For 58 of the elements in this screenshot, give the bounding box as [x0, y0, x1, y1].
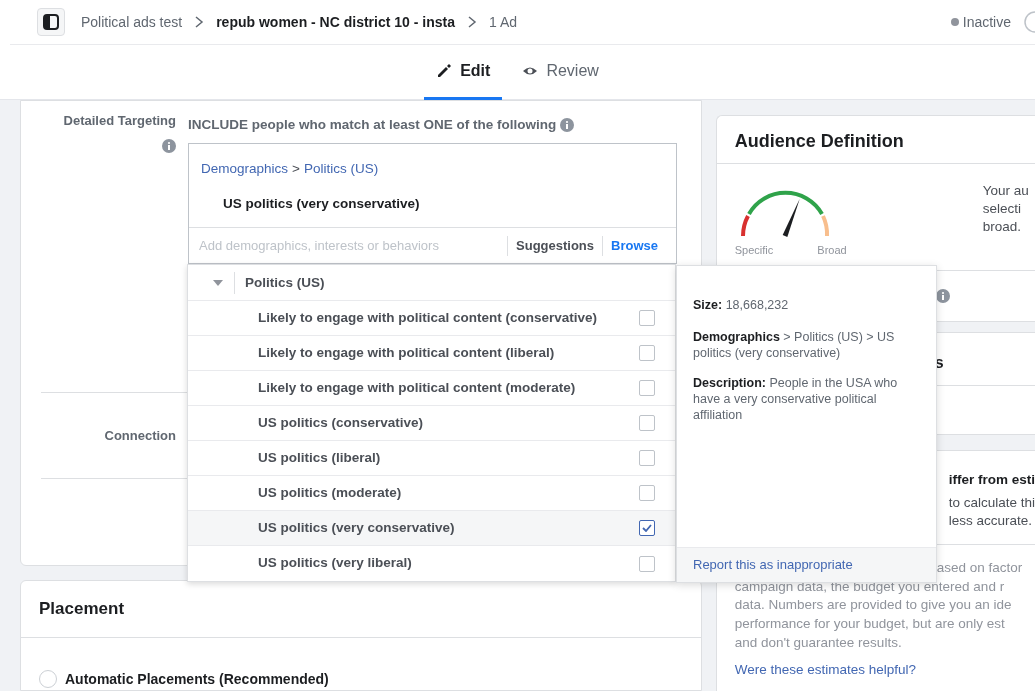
option-label[interactable]: US politics (conservative)	[258, 412, 424, 434]
checkbox[interactable]	[639, 485, 655, 501]
pencil-icon	[436, 63, 453, 79]
gauge-label: Specific	[734, 243, 774, 258]
checkbox[interactable]	[639, 520, 655, 536]
breadcrumb-link[interactable]: repub women - NC district 10 - insta	[216, 11, 455, 33]
card-title: Audience Definition	[716, 116, 1035, 164]
check-icon	[642, 524, 652, 532]
radio-button[interactable]	[39, 670, 57, 688]
notice-text: to calculate thi	[948, 494, 1035, 512]
option-label: Automatic Placements (Recommended)	[65, 669, 329, 689]
mode-tab[interactable]: Browse	[602, 236, 666, 256]
selected-item: US politics (very conservative)	[222, 194, 421, 213]
info-icon	[560, 118, 575, 133]
status-dot	[950, 18, 959, 26]
feedback-link[interactable]: Were these estimates helpful?	[734, 660, 1035, 679]
tab[interactable]: Review	[510, 45, 611, 100]
field-label: Connection	[103, 426, 177, 445]
panel-icon	[43, 14, 59, 30]
category-heading[interactable]: Politics (US)	[234, 271, 325, 294]
chevron-right-icon	[194, 16, 205, 28]
checkbox[interactable]	[639, 555, 655, 572]
breadcrumb-link[interactable]: Political ads test	[81, 11, 183, 33]
option-label[interactable]: US politics (very liberal)	[258, 553, 412, 574]
gauge-label: Broad	[817, 243, 847, 258]
status-text: Inactive	[962, 12, 1011, 32]
disclaimer-text: ased on factor	[936, 559, 1023, 577]
toggle-icon	[1023, 11, 1035, 33]
checkbox[interactable]	[639, 310, 655, 326]
summary-text: selecti	[982, 200, 1022, 218]
option-label[interactable]: Likely to engage with political content (moderate)	[258, 377, 576, 399]
checkbox[interactable]	[639, 345, 655, 361]
size-text: Size: 18,668,232	[693, 297, 790, 314]
category-link[interactable]: Politics (US)	[303, 159, 379, 180]
field-label: Detailed Targeting	[63, 112, 176, 130]
breadcrumb-link[interactable]: 1 Ad	[489, 11, 518, 33]
sidebar-toggle-button[interactable]	[37, 8, 65, 36]
info-icon	[162, 138, 176, 153]
checkbox[interactable]	[639, 450, 655, 466]
notice-title: iffer from esti	[948, 471, 1035, 489]
notice-text: less accurate.	[948, 512, 1033, 530]
disclaimer-text: performance for your budget, but are only est	[734, 615, 1006, 634]
path-separator: >	[292, 160, 300, 179]
disclaimer-text: and don't guarantee results.	[734, 633, 903, 652]
include-text: INCLUDE people who match at least ONE of the following	[188, 116, 557, 134]
chevron-right-icon	[467, 16, 477, 28]
checkbox[interactable]	[639, 380, 655, 396]
checkbox[interactable]	[639, 415, 655, 431]
summary-text: Your au	[982, 182, 1029, 200]
category-link[interactable]: Demographics	[201, 159, 289, 180]
disclaimer-text: data. Numbers are provided to give you an ide	[734, 596, 1013, 615]
option-label[interactable]: Likely to engage with political content (liberal)	[258, 342, 555, 364]
option-label[interactable]: Likely to engage with political content (conservative)	[258, 307, 598, 329]
summary-text: broad.	[982, 218, 1022, 236]
mode-tab[interactable]: Suggestions	[507, 236, 603, 256]
option-label[interactable]: US politics (liberal)	[258, 447, 381, 469]
option-label[interactable]: US politics (moderate)	[258, 482, 402, 504]
disclaimer-text: campaign data, the budget you entered and r	[734, 577, 1006, 596]
